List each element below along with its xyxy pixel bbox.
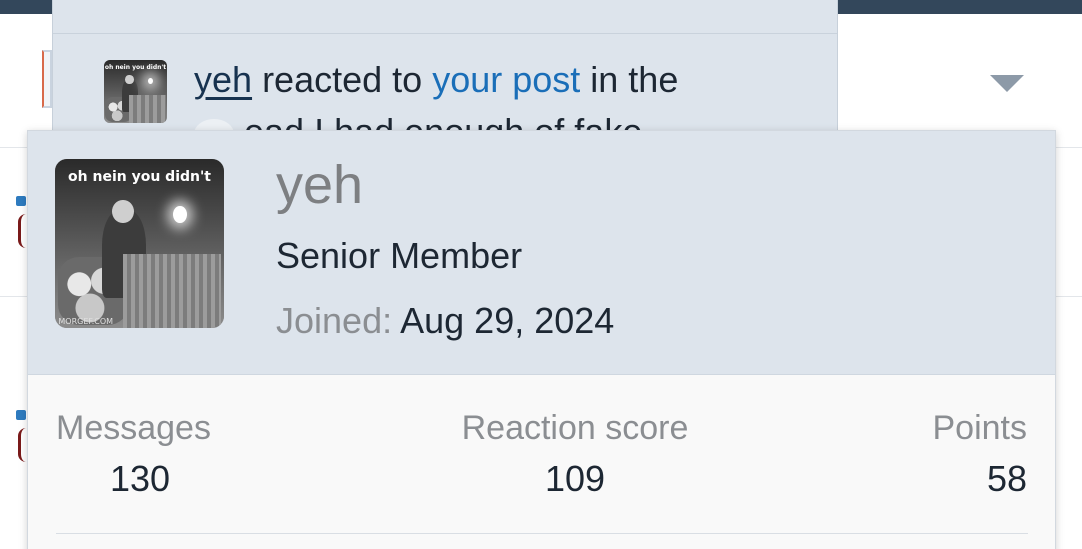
stat-messages: Messages 130 [56, 407, 224, 501]
alert-thread-title: ead I had enough of fake [244, 111, 643, 132]
member-joined-date: Joined: Aug 29, 2024 [276, 299, 614, 343]
stat-points: Points 58 [923, 407, 1028, 501]
avatar-image: oh nein you didn't [104, 60, 167, 123]
screen: oh nein you didn't yeh reacted to your p… [0, 0, 1082, 549]
member-tooltip-card: oh nein you didn't MORGEF.COM yeh Senior… [27, 130, 1056, 549]
stat-messages-label: Messages [56, 409, 211, 447]
stat-reaction-score: Reaction score 109 [452, 407, 698, 501]
stat-messages-value: 130 [109, 458, 171, 499]
alert-item-text: yeh reacted to your post in the [194, 58, 678, 102]
joined-label: Joined: [276, 300, 393, 341]
member-username[interactable]: yeh [276, 151, 363, 219]
alert-thread-title-clipped[interactable]: ead I had enough of fake [194, 110, 642, 132]
alert-action-text: reacted to [262, 59, 423, 100]
alert-username-link[interactable]: yeh [194, 59, 252, 100]
avatar-image: oh nein you didn't MORGEF.COM [55, 159, 224, 328]
caret-down-icon[interactable] [990, 75, 1024, 92]
avatar-caption: oh nein you didn't [104, 63, 167, 71]
member-avatar[interactable]: oh nein you didn't MORGEF.COM [55, 159, 224, 328]
stat-points-label: Points [932, 409, 1028, 447]
member-user-title: Senior Member [276, 235, 523, 276]
alert-post-link[interactable]: your post [432, 59, 580, 100]
top-navigation-bar-right [838, 0, 1082, 14]
joined-value: Aug 29, 2024 [400, 300, 615, 341]
alert-user-avatar[interactable]: oh nein you didn't [104, 60, 167, 123]
document-icon [42, 50, 52, 108]
avatar-caption: oh nein you didn't [68, 169, 211, 186]
member-card-header: oh nein you didn't MORGEF.COM yeh Senior… [28, 131, 1055, 375]
stat-points-value: 58 [986, 458, 1027, 499]
stat-reaction-label: Reaction score [461, 409, 689, 447]
avatar-watermark: MORGEF.COM [58, 317, 114, 327]
alerts-divider [53, 33, 837, 34]
stat-reaction-value: 109 [544, 458, 606, 499]
alert-context-text: in the [590, 59, 679, 100]
member-card-divider [56, 533, 1028, 534]
top-navigation-bar [0, 0, 52, 14]
